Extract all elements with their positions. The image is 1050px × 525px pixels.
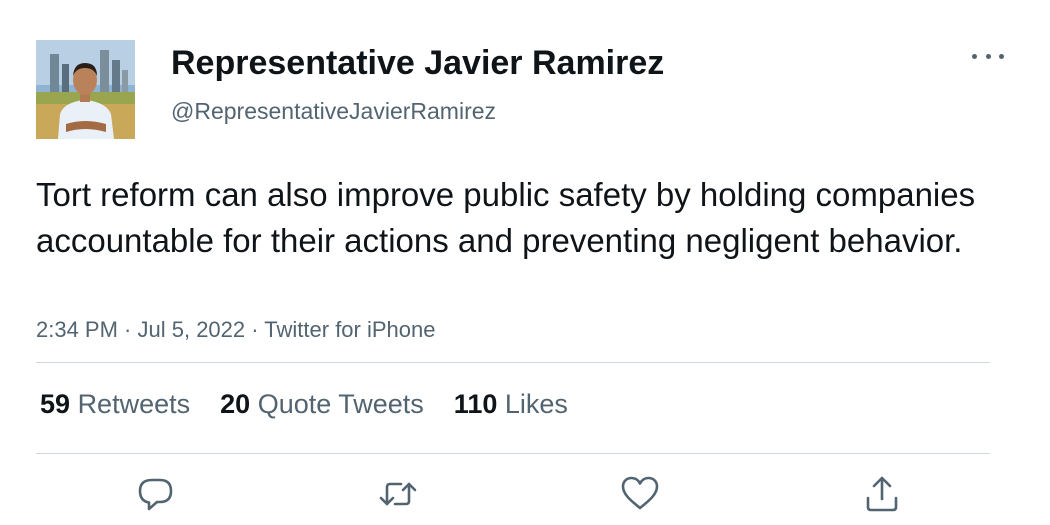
quote-tweets-label: Quote Tweets bbox=[257, 389, 424, 419]
tweet-source[interactable]: Twitter for iPhone bbox=[264, 317, 435, 342]
retweets-stat[interactable]: 59 Retweets bbox=[40, 386, 190, 422]
engagement-stats: 59 Retweets 20 Quote Tweets 110 Likes bbox=[40, 386, 598, 422]
quote-tweets-count: 20 bbox=[220, 389, 251, 419]
more-horizontal-icon[interactable] bbox=[972, 44, 1004, 68]
divider bbox=[36, 453, 990, 454]
quote-tweets-stat[interactable]: 20 Quote Tweets bbox=[220, 386, 424, 422]
retweet-icon[interactable] bbox=[378, 474, 418, 514]
likes-count: 110 bbox=[453, 389, 498, 419]
separator: · bbox=[117, 317, 138, 342]
separator: · bbox=[245, 317, 265, 342]
avatar[interactable] bbox=[36, 40, 135, 139]
handle[interactable]: @RepresentativeJavierRamirez bbox=[171, 96, 496, 126]
dot bbox=[985, 53, 991, 59]
tweet-time[interactable]: 2:34 PM bbox=[36, 317, 118, 342]
heart-icon[interactable] bbox=[620, 474, 660, 514]
share-icon[interactable] bbox=[862, 474, 902, 514]
dot bbox=[999, 53, 1004, 59]
divider bbox=[36, 362, 990, 363]
likes-stat[interactable]: 110 Likes bbox=[454, 386, 568, 422]
dot bbox=[972, 53, 977, 59]
retweets-label: Retweets bbox=[77, 389, 191, 419]
retweets-count: 59 bbox=[40, 389, 71, 419]
tweet-text: Tort reform can also improve public safe… bbox=[36, 176, 976, 259]
likes-label: Likes bbox=[504, 389, 568, 419]
tweet-meta: 2:34 PM · Jul 5, 2022 · Twitter for iPho… bbox=[36, 315, 435, 345]
tweet-date[interactable]: Jul 5, 2022 bbox=[138, 317, 246, 342]
reply-icon[interactable] bbox=[136, 474, 176, 514]
tweet: Representative Javier Ramirez @Represent… bbox=[0, 0, 1050, 525]
display-name[interactable]: Representative Javier Ramirez bbox=[171, 42, 664, 84]
